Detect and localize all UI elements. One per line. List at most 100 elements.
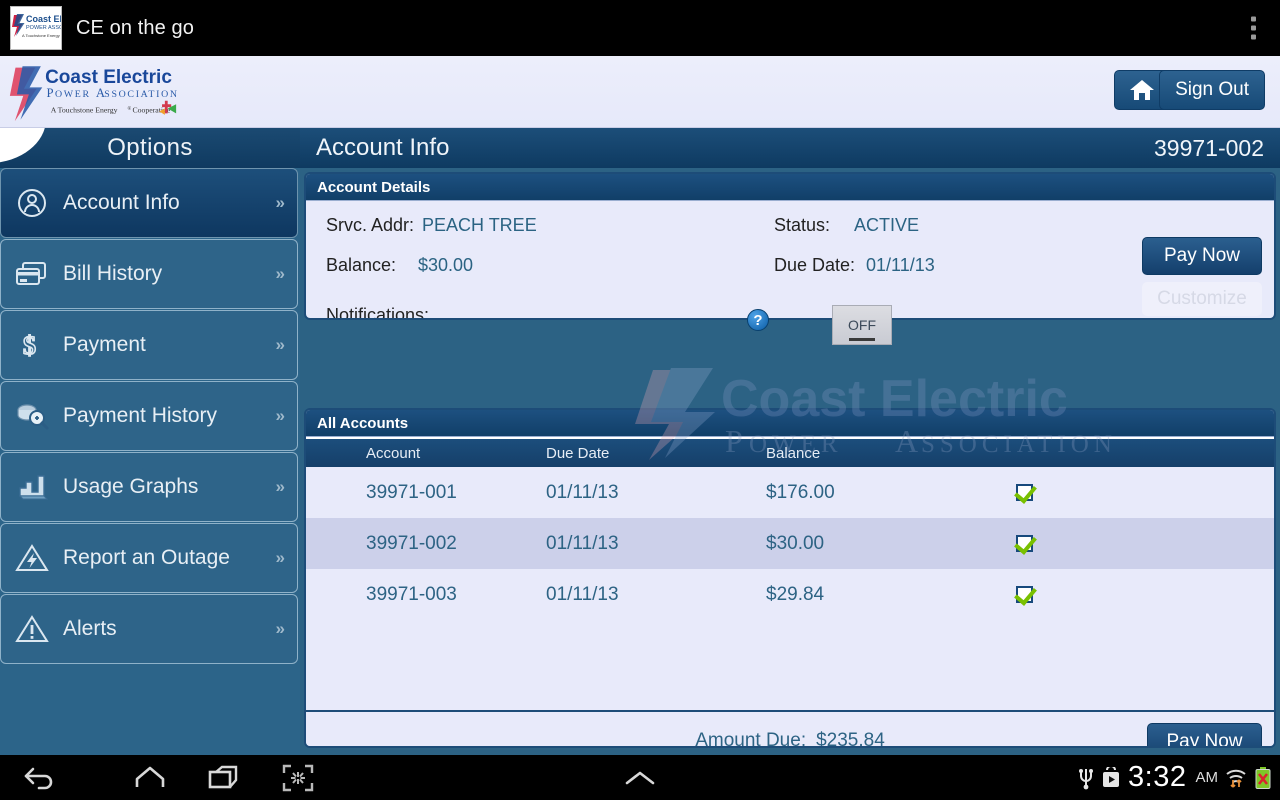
svg-text:Coast Electric: Coast Electric [45, 67, 172, 88]
sidebar-item-report-an-outage[interactable]: Report an Outage » [0, 523, 298, 593]
home-button-nav[interactable] [114, 755, 186, 800]
column-header-account: Account [366, 444, 421, 462]
table-row[interactable]: 39971-001 01/11/13 $176.00 [306, 467, 1274, 518]
row-checkbox[interactable] [1016, 586, 1033, 603]
balance-label: Balance: [326, 255, 397, 275]
svg-text:A Touchstone Energy: A Touchstone Energy [51, 106, 118, 115]
android-app-title: CE on the go [76, 16, 194, 39]
service-address-label: Srvc. Addr: [326, 215, 415, 235]
cell-select [1016, 535, 1274, 552]
sidebar-header: Options [0, 128, 300, 168]
sidebar-item-label: Usage Graphs [63, 475, 199, 498]
home-outline-icon [135, 766, 165, 787]
panel-title: Account Details [317, 178, 431, 196]
chevron-right-icon: » [275, 477, 285, 496]
status-label: Status: [774, 215, 831, 235]
accounts-table-header: Account Due Date Balance [306, 437, 1274, 467]
customize-button[interactable]: Customize [1142, 282, 1262, 316]
amount-due-value: $235.84 [816, 730, 885, 748]
svg-text:$: $ [23, 331, 36, 360]
sign-out-label: Sign Out [1175, 79, 1249, 100]
sidebar-item-label: Report an Outage [63, 546, 230, 569]
accounts-footer: Amount Due: $235.84 Pay Now [306, 710, 1274, 748]
row-checkbox[interactable] [1016, 484, 1033, 501]
panel-title: All Accounts [317, 414, 409, 432]
column-header-due-date: Due Date [546, 444, 610, 462]
chevron-right-icon: » [275, 406, 285, 425]
svg-text:SSOCIATION: SSOCIATION [104, 89, 178, 100]
android-navigation-bar: 3:32 AM [0, 755, 1280, 800]
sidebar-item-usage-graphs[interactable]: Usage Graphs » [0, 452, 298, 522]
cards-icon [1, 259, 63, 289]
recent-apps-button[interactable] [188, 755, 260, 800]
bolt-warning-icon [1, 543, 63, 573]
chevron-right-icon: » [275, 193, 285, 212]
table-row[interactable]: 39971-002 01/11/13 $30.00 [306, 518, 1274, 569]
content-title-bar: Account Info 39971-002 [300, 128, 1280, 168]
brand-header: Coast Electric P OWER A SSOCIATION A Tou… [0, 56, 1280, 128]
home-icon [1130, 80, 1154, 100]
cell-select [1016, 484, 1274, 501]
sidebar-item-account-info[interactable]: Account Info » [0, 168, 298, 238]
pay-now-button-details[interactable]: Pay Now [1142, 237, 1262, 275]
sidebar-title: Options [107, 134, 193, 161]
dollar-icon: $ [1, 329, 63, 361]
wifi-transfer-icon [1226, 769, 1246, 788]
screenshot-icon [282, 764, 314, 791]
sidebar-item-label: Account Info [63, 191, 180, 214]
service-address-value: PEACH TREE [422, 215, 537, 235]
svg-text:®: ® [128, 106, 132, 112]
more-vertical-icon[interactable] [1247, 13, 1260, 44]
help-question-icon[interactable]: ? [747, 309, 769, 331]
sidebar-item-label: Payment [63, 333, 146, 356]
sidebar-item-label: Alerts [63, 617, 117, 640]
screenshot-button[interactable] [262, 755, 334, 800]
usb-icon [1079, 768, 1094, 789]
page-title: Account Info [316, 134, 450, 161]
sign-out-button[interactable]: Sign Out [1159, 70, 1265, 110]
svg-text:Coast Electric: Coast Electric [26, 14, 61, 24]
table-row[interactable]: 39971-003 01/11/13 $29.84 [306, 569, 1274, 620]
app-icon: Coast Electric POWER ASSOCIATION A Touch… [10, 6, 62, 50]
due-date-label: Due Date: [774, 255, 856, 275]
coast-electric-logo: Coast Electric POWER ASSOCIATION A Touch… [12, 14, 61, 38]
money-search-icon [1, 400, 63, 432]
chevron-right-icon: » [275, 548, 285, 567]
row-checkbox[interactable] [1016, 535, 1033, 552]
cell-balance: $30.00 [766, 532, 825, 554]
status-bar: 3:32 AM [1078, 755, 1280, 800]
sidebar-item-label: Payment History [63, 404, 218, 427]
all-accounts-panel: All Accounts Account Due Date Balance 39… [304, 408, 1276, 748]
alert-triangle-icon [1, 614, 63, 644]
notifications-toggle[interactable]: OFF [832, 305, 892, 345]
sidebar-item-payment-history[interactable]: Payment History » [0, 381, 298, 451]
cell-due-date: 01/11/13 [546, 532, 619, 554]
play-store-icon [1103, 766, 1120, 787]
sidebar-item-bill-history[interactable]: Bill History » [0, 239, 298, 309]
cell-due-date: 01/11/13 [546, 583, 619, 605]
chevron-right-icon: » [275, 619, 285, 638]
pay-now-label: Pay Now [1166, 731, 1243, 748]
cell-due-date: 01/11/13 [546, 481, 619, 503]
cell-balance: $29.84 [766, 583, 825, 605]
svg-text:POWER ASSOCIATION: POWER ASSOCIATION [26, 25, 61, 31]
balance-value: $30.00 [418, 255, 474, 275]
pay-now-label: Pay Now [1163, 245, 1241, 266]
accounts-table-body: 39971-001 01/11/13 $176.00 39971-002 01/… [306, 467, 1274, 710]
column-header-balance: Balance [766, 444, 821, 462]
android-title-bar: Coast Electric POWER ASSOCIATION A Touch… [0, 0, 1280, 56]
amount-due-label: Amount Due: [695, 730, 807, 748]
expand-notifications-button[interactable] [604, 755, 676, 800]
back-arrow-icon [24, 767, 53, 789]
app-screen: Coast Electric POWER ASSOCIATION A Touch… [0, 0, 1280, 800]
sidebar-item-alerts[interactable]: Alerts » [0, 594, 298, 664]
current-account-number: 39971-002 [1154, 134, 1264, 161]
pay-now-button-footer[interactable]: Pay Now [1147, 723, 1262, 748]
due-date-value: 01/11/13 [866, 255, 935, 275]
svg-text:A Touchstone Energy Cooperativ: A Touchstone Energy Cooperative [22, 33, 61, 38]
account-details-panel-header: Account Details [306, 174, 1274, 201]
back-button[interactable] [4, 755, 76, 800]
recent-apps-icon [208, 765, 238, 788]
sidebar-item-payment[interactable]: $ Payment » [0, 310, 298, 380]
clock-time: 3:32 [1128, 761, 1187, 793]
